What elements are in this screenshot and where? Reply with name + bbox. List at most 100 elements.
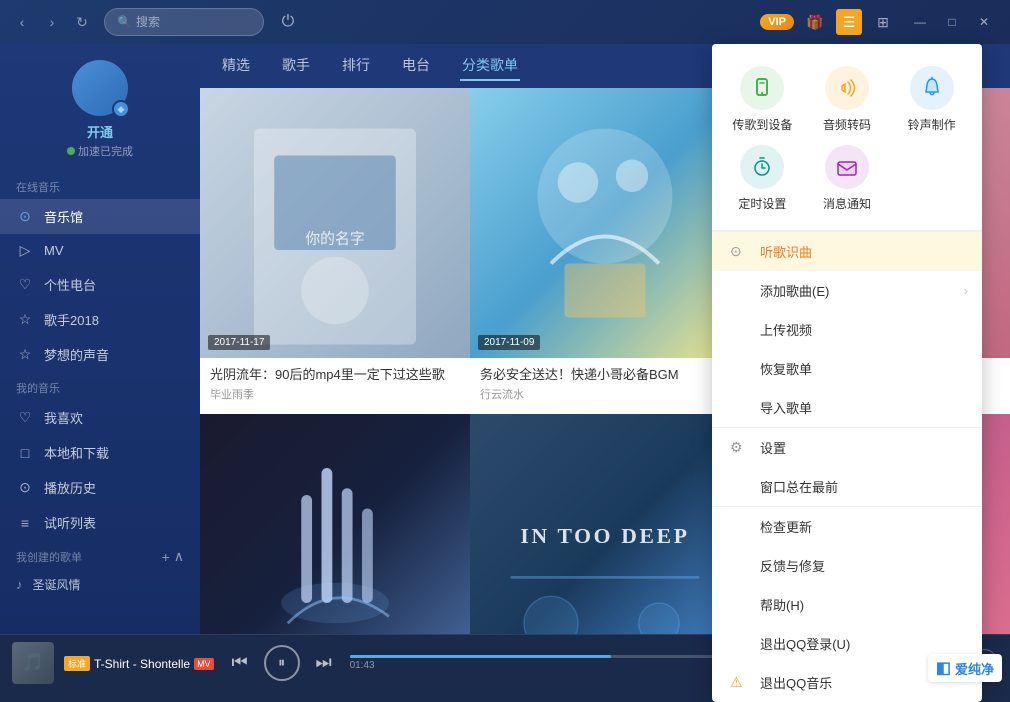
maximize-button[interactable]: □ <box>936 8 968 36</box>
playlist-actions: + ∧ <box>162 548 184 565</box>
card-1-date: 2017-11-17 <box>208 335 270 350</box>
logout-qq-label: 退出QQ登录(U) <box>760 634 850 653</box>
sidebar-item-singers-label: 歌手2018 <box>44 310 99 329</box>
ringtone-label: 铃声制作 <box>908 116 956 133</box>
audition-icon: ≡ <box>16 515 34 531</box>
user-status: 加速已完成 <box>67 143 133 159</box>
music-hall-icon: ⊙ <box>16 208 34 225</box>
mini-mode-button[interactable]: ⊞ <box>870 9 896 35</box>
playlist-christmas[interactable]: ♪ 圣诞风情 <box>0 569 200 600</box>
sidebar-item-mv[interactable]: ▷ MV <box>0 234 200 267</box>
nav-singers[interactable]: 歌手 <box>280 51 312 81</box>
music-card-2[interactable]: 2017-11-09 务必安全送达！快递小哥必备BGM 行云流水 <box>470 88 740 414</box>
dropdown-send-to-device[interactable]: 传歌到设备 <box>720 60 805 139</box>
search-icon: 🔍 <box>117 15 132 29</box>
next-button[interactable]: ⏭ <box>308 647 340 679</box>
sidebar-item-history[interactable]: ⊙ 播放历史 <box>0 470 200 505</box>
settings-label: 设置 <box>760 438 786 457</box>
avatar-badge: ◆ <box>112 100 130 118</box>
sidebar-item-favorites[interactable]: ♡ 我喜欢 <box>0 400 200 435</box>
title-bar-right: VIP 🎁 ☰ ⊞ — □ ✕ <box>760 8 1000 36</box>
dropdown-item-upload-video[interactable]: 上传视频 <box>712 310 982 349</box>
sidebar-profile: ◆ 开通 加速已完成 <box>0 44 200 171</box>
menu-button[interactable]: ☰ <box>836 9 862 35</box>
radio-icon: ♡ <box>16 276 34 293</box>
search-box[interactable]: 🔍 <box>104 8 264 36</box>
forward-button[interactable]: › <box>40 10 64 34</box>
search-input[interactable] <box>136 15 256 29</box>
card-1-title: 光阴流年：90后的mp4里一定下过这些歌 <box>210 366 460 384</box>
username[interactable]: 开通 <box>87 122 113 141</box>
history-icon: ⊙ <box>16 479 34 496</box>
dropdown-ringtone[interactable]: 铃声制作 <box>889 60 974 139</box>
upload-video-label: 上传视频 <box>760 320 812 339</box>
sidebar-item-local[interactable]: □ 本地和下载 <box>0 435 200 470</box>
nav-radio[interactable]: 电台 <box>400 51 432 81</box>
sidebar-item-favorites-label: 我喜欢 <box>44 408 83 427</box>
local-icon: □ <box>16 445 34 461</box>
refresh-button[interactable]: ↻ <box>70 10 94 34</box>
mail-svg <box>835 155 859 179</box>
send-device-label: 传歌到设备 <box>732 116 792 133</box>
sidebar-item-singers[interactable]: ☆ 歌手2018 <box>0 302 200 337</box>
dropdown-item-help[interactable]: 帮助(H) <box>712 585 982 624</box>
audio-transcode-icon <box>825 66 869 110</box>
timer-label: 定时设置 <box>738 195 786 212</box>
singers-icon: ☆ <box>16 311 34 328</box>
user-status-text: 加速已完成 <box>78 143 133 159</box>
dropdown-item-settings[interactable]: ⚙ 设置 <box>712 428 982 467</box>
my-music-header: 我的音乐 <box>0 372 200 400</box>
dropdown-item-import-playlist[interactable]: 导入歌单 <box>712 388 982 427</box>
sidebar-item-dream[interactable]: ☆ 梦想的声音 <box>0 337 200 372</box>
pause-button[interactable]: ⏸ <box>264 645 300 681</box>
check-update-label: 检查更新 <box>760 517 812 536</box>
player-thumbnail: 🎵 <box>12 642 54 684</box>
dropdown-item-always-on-top[interactable]: 窗口总在最前 <box>712 467 982 506</box>
power-button[interactable]: ⏻ <box>274 8 302 36</box>
timer-icon <box>740 145 784 189</box>
clock-svg <box>750 155 774 179</box>
sidebar-item-music-hall[interactable]: ⊙ 音乐馆 <box>0 199 200 234</box>
dropdown-item-check-update[interactable]: 检查更新 <box>712 507 982 546</box>
sidebar-item-audition[interactable]: ≡ 试听列表 <box>0 505 200 540</box>
dropdown-item-restore-playlist[interactable]: 恢复歌单 <box>712 349 982 388</box>
send-device-icon <box>740 66 784 110</box>
music-card-5[interactable]: IN TOO DEEP 2017-12-07 Armada Tech | 穿梭于… <box>470 414 740 634</box>
dropdown-item-song-recognition[interactable]: ⊙ 听歌识曲 <box>712 232 982 271</box>
watermark-text: 爱纯净 <box>955 659 994 678</box>
exit-label: 退出QQ音乐 <box>760 673 832 692</box>
close-button[interactable]: ✕ <box>968 8 1000 36</box>
minimize-button[interactable]: — <box>904 8 936 36</box>
playlist-christmas-label: 圣诞风情 <box>33 576 81 593</box>
back-button[interactable]: ‹ <box>10 10 34 34</box>
my-playlist-header: 我创建的歌单 + ∧ <box>0 540 200 569</box>
card-1-subtitle: 毕业雨季 <box>210 386 460 402</box>
music-card-4[interactable]: 2017-12-08 文化碰撞·当西洋乐器遇上民族乐器 秋水浮萍任飘渺 <box>200 414 470 634</box>
gift-button[interactable]: 🎁 <box>802 9 828 35</box>
music-card-1[interactable]: 你的名字 2017-11-17 光阴流年：90后的mp4里一定下过这些歌 毕业雨… <box>200 88 470 414</box>
my-playlist-label: 我创建的歌单 <box>16 549 82 565</box>
dropdown-item-add-song[interactable]: 添加歌曲(E) › <box>712 271 982 310</box>
dropdown-timer[interactable]: 定时设置 <box>720 139 805 218</box>
vip-badge[interactable]: VIP <box>760 14 794 30</box>
nav-category-playlist[interactable]: 分类歌单 <box>460 51 520 81</box>
card-4-thumb: 2017-12-08 <box>200 414 470 634</box>
sidebar-item-music-hall-label: 音乐馆 <box>44 207 83 226</box>
title-bar: ‹ › ↻ 🔍 ⏻ VIP 🎁 ☰ ⊞ — □ ✕ <box>0 0 1010 44</box>
collapse-playlist-button[interactable]: ∧ <box>174 548 184 565</box>
add-song-arrow: › <box>964 284 968 298</box>
favorites-icon: ♡ <box>16 409 34 426</box>
settings-icon: ⚙ <box>730 439 750 456</box>
add-playlist-button[interactable]: + <box>162 548 170 565</box>
watermark-logo: ◧ <box>936 658 951 678</box>
nav-ranking[interactable]: 排行 <box>340 51 372 81</box>
prev-button[interactable]: ⏮ <box>224 647 256 679</box>
dropdown-audio-transcode[interactable]: 音频转码 <box>805 60 890 139</box>
diamond-icon: ◆ <box>118 104 125 115</box>
sidebar-item-radio[interactable]: ♡ 个性电台 <box>0 267 200 302</box>
dropdown-item-feedback[interactable]: 反馈与修复 <box>712 546 982 585</box>
dream-icon: ☆ <box>16 346 34 363</box>
nav-selected[interactable]: 精选 <box>220 51 252 81</box>
player-song-meta: 标准 T-Shirt - Shontelle MV <box>64 656 214 671</box>
dropdown-notification[interactable]: 消息通知 <box>805 139 890 218</box>
